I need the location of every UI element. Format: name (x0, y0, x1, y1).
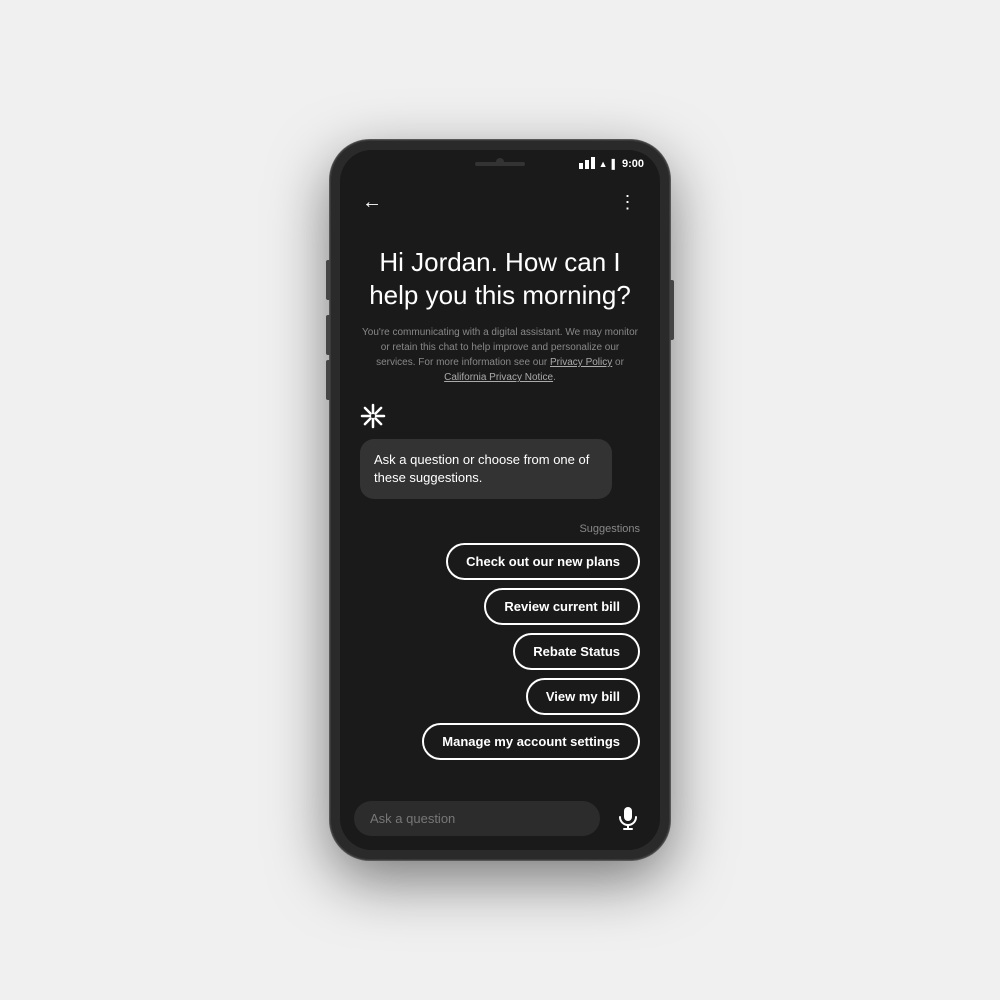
status-time: 9:00 (622, 158, 644, 170)
chat-bubble: Ask a question or choose from one of the… (360, 439, 612, 499)
back-button[interactable]: ← (356, 186, 388, 218)
suggestion-review-bill[interactable]: Review current bill (484, 588, 640, 625)
suggestion-manage-account[interactable]: Manage my account settings (422, 723, 640, 760)
bottom-input-bar (340, 790, 660, 850)
greeting-title: Hi Jordan. How can I help you this morni… (360, 246, 640, 311)
disclaimer-text: You're communicating with a digital assi… (360, 325, 640, 385)
suggestion-check-plans[interactable]: Check out our new plans (446, 543, 640, 580)
suggestion-rebate-status[interactable]: Rebate Status (513, 633, 640, 670)
suggestions-label: Suggestions (579, 523, 640, 535)
loading-icon (360, 403, 386, 429)
chat-content: Hi Jordan. How can I help you this morni… (340, 226, 660, 790)
speaker-notch (475, 162, 525, 166)
battery-icon: ▌ (612, 159, 618, 169)
suggestion-view-bill[interactable]: View my bill (526, 678, 640, 715)
signal-icon (579, 157, 595, 172)
mic-button[interactable] (610, 800, 646, 836)
menu-button[interactable]: ⋮ (612, 186, 644, 218)
suggestions-section: Suggestions Check out our new plans Revi… (360, 523, 640, 760)
phone-screen: ▲ ▌ 9:00 ← ⋮ Hi Jordan. How can I help y… (340, 150, 660, 850)
phone-device: ▲ ▌ 9:00 ← ⋮ Hi Jordan. How can I help y… (330, 140, 670, 860)
california-privacy-link[interactable]: California Privacy Notice (444, 372, 553, 383)
privacy-policy-link[interactable]: Privacy Policy (550, 357, 612, 368)
question-input[interactable] (354, 801, 600, 836)
lte-icon: ▲ (599, 159, 608, 169)
nav-bar: ← ⋮ (340, 178, 660, 226)
